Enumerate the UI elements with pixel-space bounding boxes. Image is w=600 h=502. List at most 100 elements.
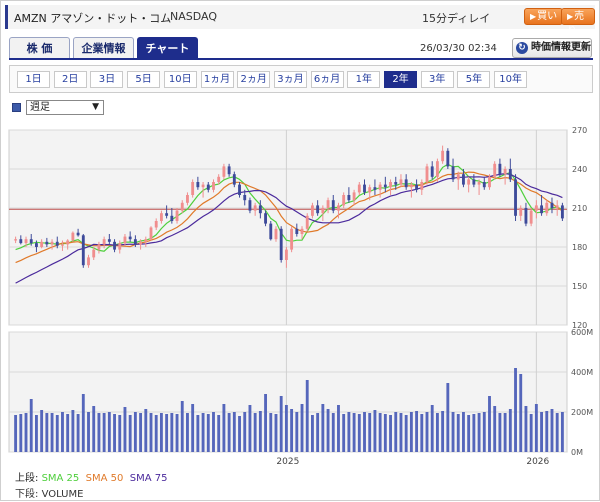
candle-body	[534, 205, 538, 211]
volume-bar	[555, 413, 559, 452]
volume-bar	[347, 412, 351, 452]
candle-body	[352, 192, 356, 201]
volume-bar	[144, 409, 148, 452]
volume-bar	[139, 413, 143, 452]
volume-bar	[29, 399, 33, 452]
app-frame: AMZN アマゾン・ドット・コム NASDAQ 15分ディレイ ▶買い ▶売り …	[0, 0, 600, 501]
volume-bar	[40, 410, 44, 452]
candle-body	[342, 195, 346, 206]
volume-bar	[45, 413, 49, 452]
candle-body	[97, 244, 101, 250]
x-tick-label: 2026	[526, 457, 549, 467]
candle-body	[284, 249, 288, 260]
candle-body	[467, 179, 471, 185]
candle-body	[191, 182, 195, 195]
volume-bar	[165, 414, 169, 452]
volume-bar	[24, 413, 28, 452]
candle-body	[61, 244, 64, 246]
volume-bar	[186, 413, 189, 452]
volume-tick-label: 400M	[571, 368, 593, 377]
candle-body	[389, 182, 392, 188]
volume-bar	[217, 415, 221, 452]
volume-bar	[545, 411, 549, 452]
volume-bar	[14, 415, 18, 452]
candle-body	[92, 249, 96, 258]
candle-body	[107, 239, 111, 242]
volume-tick-label: 600M	[571, 328, 593, 337]
candle-body	[170, 215, 174, 221]
candle-body	[50, 241, 54, 245]
volume-bar	[238, 416, 241, 452]
candle-body	[462, 174, 465, 185]
volume-bar	[363, 412, 366, 452]
candle-body	[232, 174, 236, 185]
x-tick-label: 2025	[276, 457, 299, 467]
candle-body	[290, 228, 294, 250]
volume-bar	[409, 412, 413, 452]
volume-bar	[446, 383, 450, 452]
candle-body	[493, 163, 497, 177]
candle-body	[441, 150, 445, 162]
volume-bar	[212, 412, 215, 452]
candle-body	[40, 241, 44, 247]
candle-body	[102, 239, 106, 245]
y-tick-label: 180	[572, 243, 587, 252]
candle-body	[482, 182, 486, 188]
volume-bar	[107, 412, 111, 452]
volume-bar	[514, 368, 517, 452]
candle-body	[430, 166, 434, 177]
candle-body	[71, 232, 75, 241]
volume-bar	[279, 396, 283, 452]
volume-bar	[540, 412, 543, 452]
candle-body	[321, 208, 325, 214]
candle-body	[175, 210, 179, 221]
candle-body	[128, 236, 132, 240]
volume-bar	[342, 414, 346, 452]
volume-bar	[243, 412, 247, 452]
volume-bar	[389, 415, 392, 452]
candle-body	[186, 195, 189, 203]
candle-body	[368, 187, 372, 193]
candle-body	[133, 239, 137, 245]
volume-bar	[383, 414, 387, 452]
candle-body	[295, 228, 299, 234]
volume-bar	[352, 413, 356, 452]
candle-body	[555, 205, 559, 208]
volume-bar	[311, 415, 314, 452]
candle-body	[305, 215, 309, 229]
volume-bar	[284, 405, 288, 452]
volume-bar	[451, 412, 455, 452]
candle-body	[488, 176, 491, 188]
volume-bar	[368, 413, 372, 452]
candle-body	[264, 213, 267, 224]
candle-body	[300, 228, 304, 234]
volume-bar	[170, 413, 174, 452]
candle-body	[35, 243, 38, 247]
candle-body	[472, 179, 476, 185]
volume-bar	[534, 404, 538, 452]
y-tick-label: 150	[572, 282, 587, 291]
volume-bar	[35, 415, 38, 452]
volume-bar	[118, 415, 122, 452]
volume-bar	[102, 413, 106, 452]
volume-bar	[357, 414, 361, 452]
candle-body	[560, 205, 564, 219]
volume-bar	[493, 406, 497, 452]
volume-bar	[472, 414, 476, 452]
volume-bar	[258, 411, 262, 452]
volume-bar	[316, 413, 320, 452]
candle-body	[248, 200, 252, 211]
volume-bar	[19, 414, 23, 452]
candle-body	[337, 205, 340, 211]
candle-body	[425, 166, 429, 182]
volume-bar	[227, 413, 231, 452]
volume-bar	[66, 414, 70, 452]
volume-bar	[462, 412, 465, 452]
volume-bar	[508, 409, 512, 452]
volume-bar	[264, 394, 267, 452]
legend-upper-label: 上段:	[15, 473, 39, 484]
y-tick-label: 210	[572, 204, 587, 213]
candle-body	[508, 169, 512, 180]
candle-body	[222, 166, 226, 177]
candle-body	[540, 205, 543, 214]
